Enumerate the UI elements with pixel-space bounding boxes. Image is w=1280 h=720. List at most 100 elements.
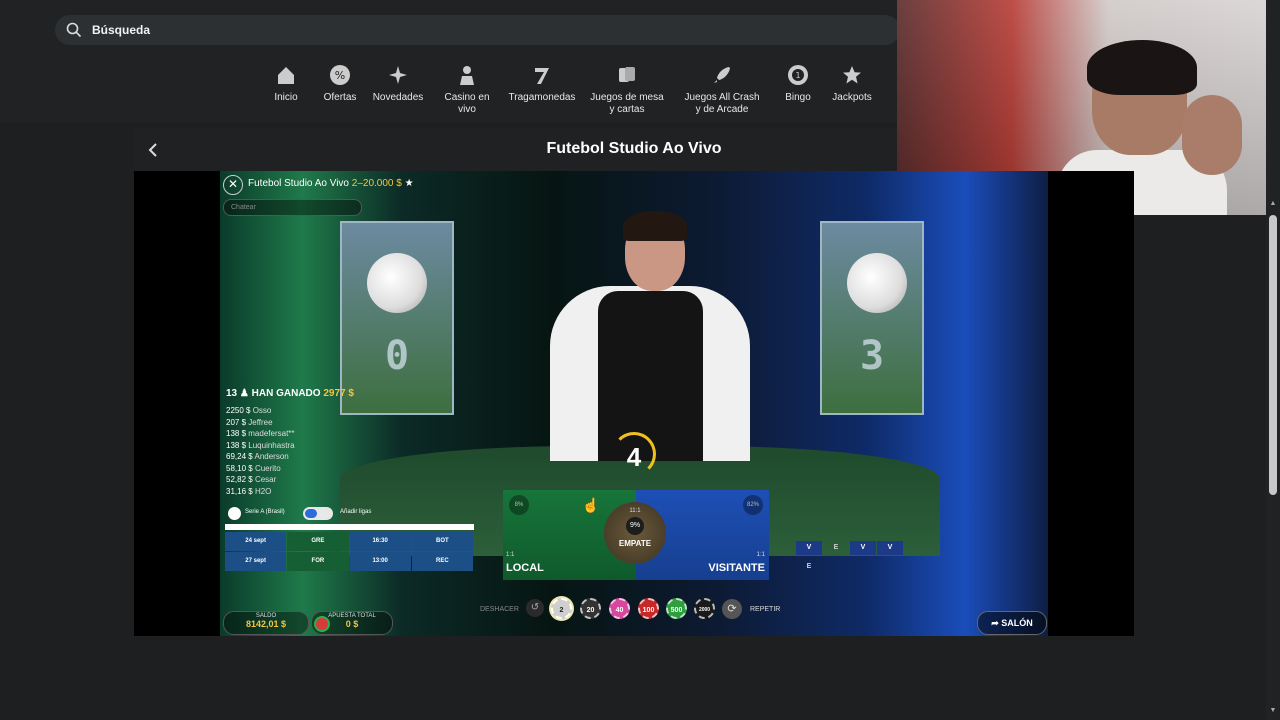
league-toggle[interactable]: [303, 507, 333, 520]
chip-2[interactable]: 2: [551, 598, 572, 619]
history-row: V E V V: [796, 541, 1036, 560]
history-cell: [985, 579, 1011, 593]
history-cell: [958, 541, 984, 555]
history-cell: [985, 541, 1011, 555]
search-bar[interactable]: Búsqueda: [55, 15, 900, 45]
history-cell: [985, 560, 1011, 574]
visitor-odds: 1:1: [756, 552, 765, 558]
chip-100[interactable]: 100: [638, 598, 659, 619]
chip-2000[interactable]: 2000: [694, 598, 715, 619]
scroll-up-icon[interactable]: ▲: [1267, 200, 1279, 210]
lobby-button[interactable]: ➦ SALÓN: [977, 611, 1047, 635]
football-icon: [847, 253, 907, 313]
score-screen-home: 0: [340, 221, 454, 415]
undo-label[interactable]: DESHACER: [480, 606, 519, 613]
winners-label: HAN GANADO: [251, 388, 321, 399]
scroll-down-icon[interactable]: ▼: [1267, 707, 1279, 717]
chip-20[interactable]: 20: [580, 598, 601, 619]
page-scrollbar-thumb[interactable]: [1269, 215, 1277, 495]
bet-limits: 2–20.000 $: [351, 178, 402, 189]
chip-40[interactable]: 40: [609, 598, 630, 619]
balance-value: 8142,01 $: [245, 619, 287, 629]
history-cell: [904, 541, 930, 555]
nav-item-novedades[interactable]: Novedades: [370, 64, 426, 104]
undo-icon[interactable]: ↺: [526, 599, 544, 617]
match-away: REC: [411, 552, 473, 571]
winner-amount: 69,24 $: [226, 452, 253, 461]
history-cell: V: [877, 541, 903, 555]
history-cell: [823, 560, 849, 574]
close-icon[interactable]: ✕: [223, 175, 243, 195]
schedule-scroll-bar[interactable]: [225, 524, 474, 530]
countdown-timer: 4: [612, 432, 656, 476]
repeat-icon[interactable]: ⟳: [722, 599, 742, 619]
draw-percentage: 9%: [626, 517, 644, 535]
nav-item-bingo[interactable]: 1 Bingo: [778, 64, 818, 104]
history-cell: E: [833, 544, 839, 551]
add-leagues-button[interactable]: Añadir ligas: [340, 509, 371, 515]
match-home: GRE: [287, 532, 349, 551]
winner-amount: 138 $: [226, 429, 247, 438]
history-cell: [877, 579, 903, 593]
dealer-hair: [623, 211, 687, 241]
nav-item-juegos-de-mesa[interactable]: Juegos de mesa y cartas: [588, 64, 666, 116]
game-title-text: Futebol Studio Ao Vivo: [248, 178, 349, 189]
results-history: V E V V E: [796, 541, 1036, 598]
betting-area: 8% 1:1 LOCAL 82% 1:1 VISITANTE 11:1 9% E…: [503, 490, 769, 580]
lobby-arrow-icon: ➦: [991, 618, 999, 628]
league-name: Serie A (Brasil): [245, 509, 285, 515]
nav-label: Juegos de mesa y cartas: [590, 92, 664, 115]
history-row: E: [796, 560, 1036, 579]
repeat-label[interactable]: REPETIR: [750, 606, 780, 613]
percent-icon: %: [330, 65, 350, 85]
nav-item-ofertas[interactable]: % Ofertas: [318, 64, 362, 104]
visitor-label: VISITANTE: [708, 562, 765, 574]
total-bet-display: APUESTA TOTAL 0 $: [311, 611, 393, 635]
draw-odds: 11:1: [629, 508, 641, 514]
list-item: 52,82 $ Cesar: [226, 474, 354, 486]
nav-item-inicio[interactable]: Inicio: [262, 64, 310, 104]
bet-spot-draw[interactable]: 11:1 9% EMPATE: [604, 502, 666, 564]
winner-amount: 58,10 $: [226, 463, 253, 473]
table-row[interactable]: 27 sept FOR 13:00 REC: [225, 552, 474, 571]
hand-cursor-icon: ☝: [582, 497, 600, 513]
chat-input[interactable]: Chatear: [223, 199, 362, 216]
history-cell: [796, 579, 822, 593]
winner-amount: 2250 $: [226, 406, 251, 415]
history-cell: [904, 579, 930, 593]
history-cell: E: [806, 563, 812, 570]
list-item: 69,24 $ Anderson: [226, 451, 354, 463]
chip-500[interactable]: 500: [666, 598, 687, 619]
nav-item-jackpots[interactable]: Jackpots: [830, 64, 874, 104]
history-cell: [931, 579, 957, 593]
search-icon: [66, 22, 82, 38]
match-home: FOR: [287, 552, 349, 571]
dealer-icon: [460, 66, 474, 85]
slot-7-icon: [535, 68, 549, 84]
nav-item-casino-en-vivo[interactable]: Casino en vivo: [438, 64, 496, 116]
history-cell: [931, 541, 957, 555]
list-item: 31,16 $ H2O: [226, 486, 354, 498]
nav-label: Inicio: [274, 92, 298, 103]
draw-label: EMPATE: [618, 539, 652, 548]
search-input[interactable]: Búsqueda: [92, 23, 150, 37]
table-row[interactable]: 24 sept GRE 16:30 BOT: [225, 532, 474, 551]
score-screen-away: 3: [820, 221, 924, 415]
rocket-icon: [714, 67, 730, 83]
away-score: 3: [859, 333, 885, 379]
winners-total: 2977 $: [323, 388, 354, 399]
nav-item-crash-arcade[interactable]: Juegos All Crash y de Arcade: [682, 64, 762, 116]
local-label: LOCAL: [506, 562, 544, 574]
nav-item-tragamonedas[interactable]: Tragamonedas: [508, 64, 576, 104]
list-item: 58,10 $ Cuerito: [226, 463, 354, 475]
nav-label: Jackpots: [832, 92, 872, 103]
winner-name: Luquinhastra: [248, 440, 295, 450]
favorite-star-icon[interactable]: ★: [405, 178, 414, 189]
group-icon: ♟: [239, 388, 249, 399]
streamer-hair: [1087, 40, 1197, 95]
home-icon: [278, 67, 294, 84]
league-selector: Serie A (Brasil) Añadir ligas: [225, 505, 475, 522]
winner-name: H2O: [254, 486, 272, 496]
history-cell: [931, 560, 957, 574]
list-item: 138 $ Luquinhastra: [226, 440, 354, 452]
